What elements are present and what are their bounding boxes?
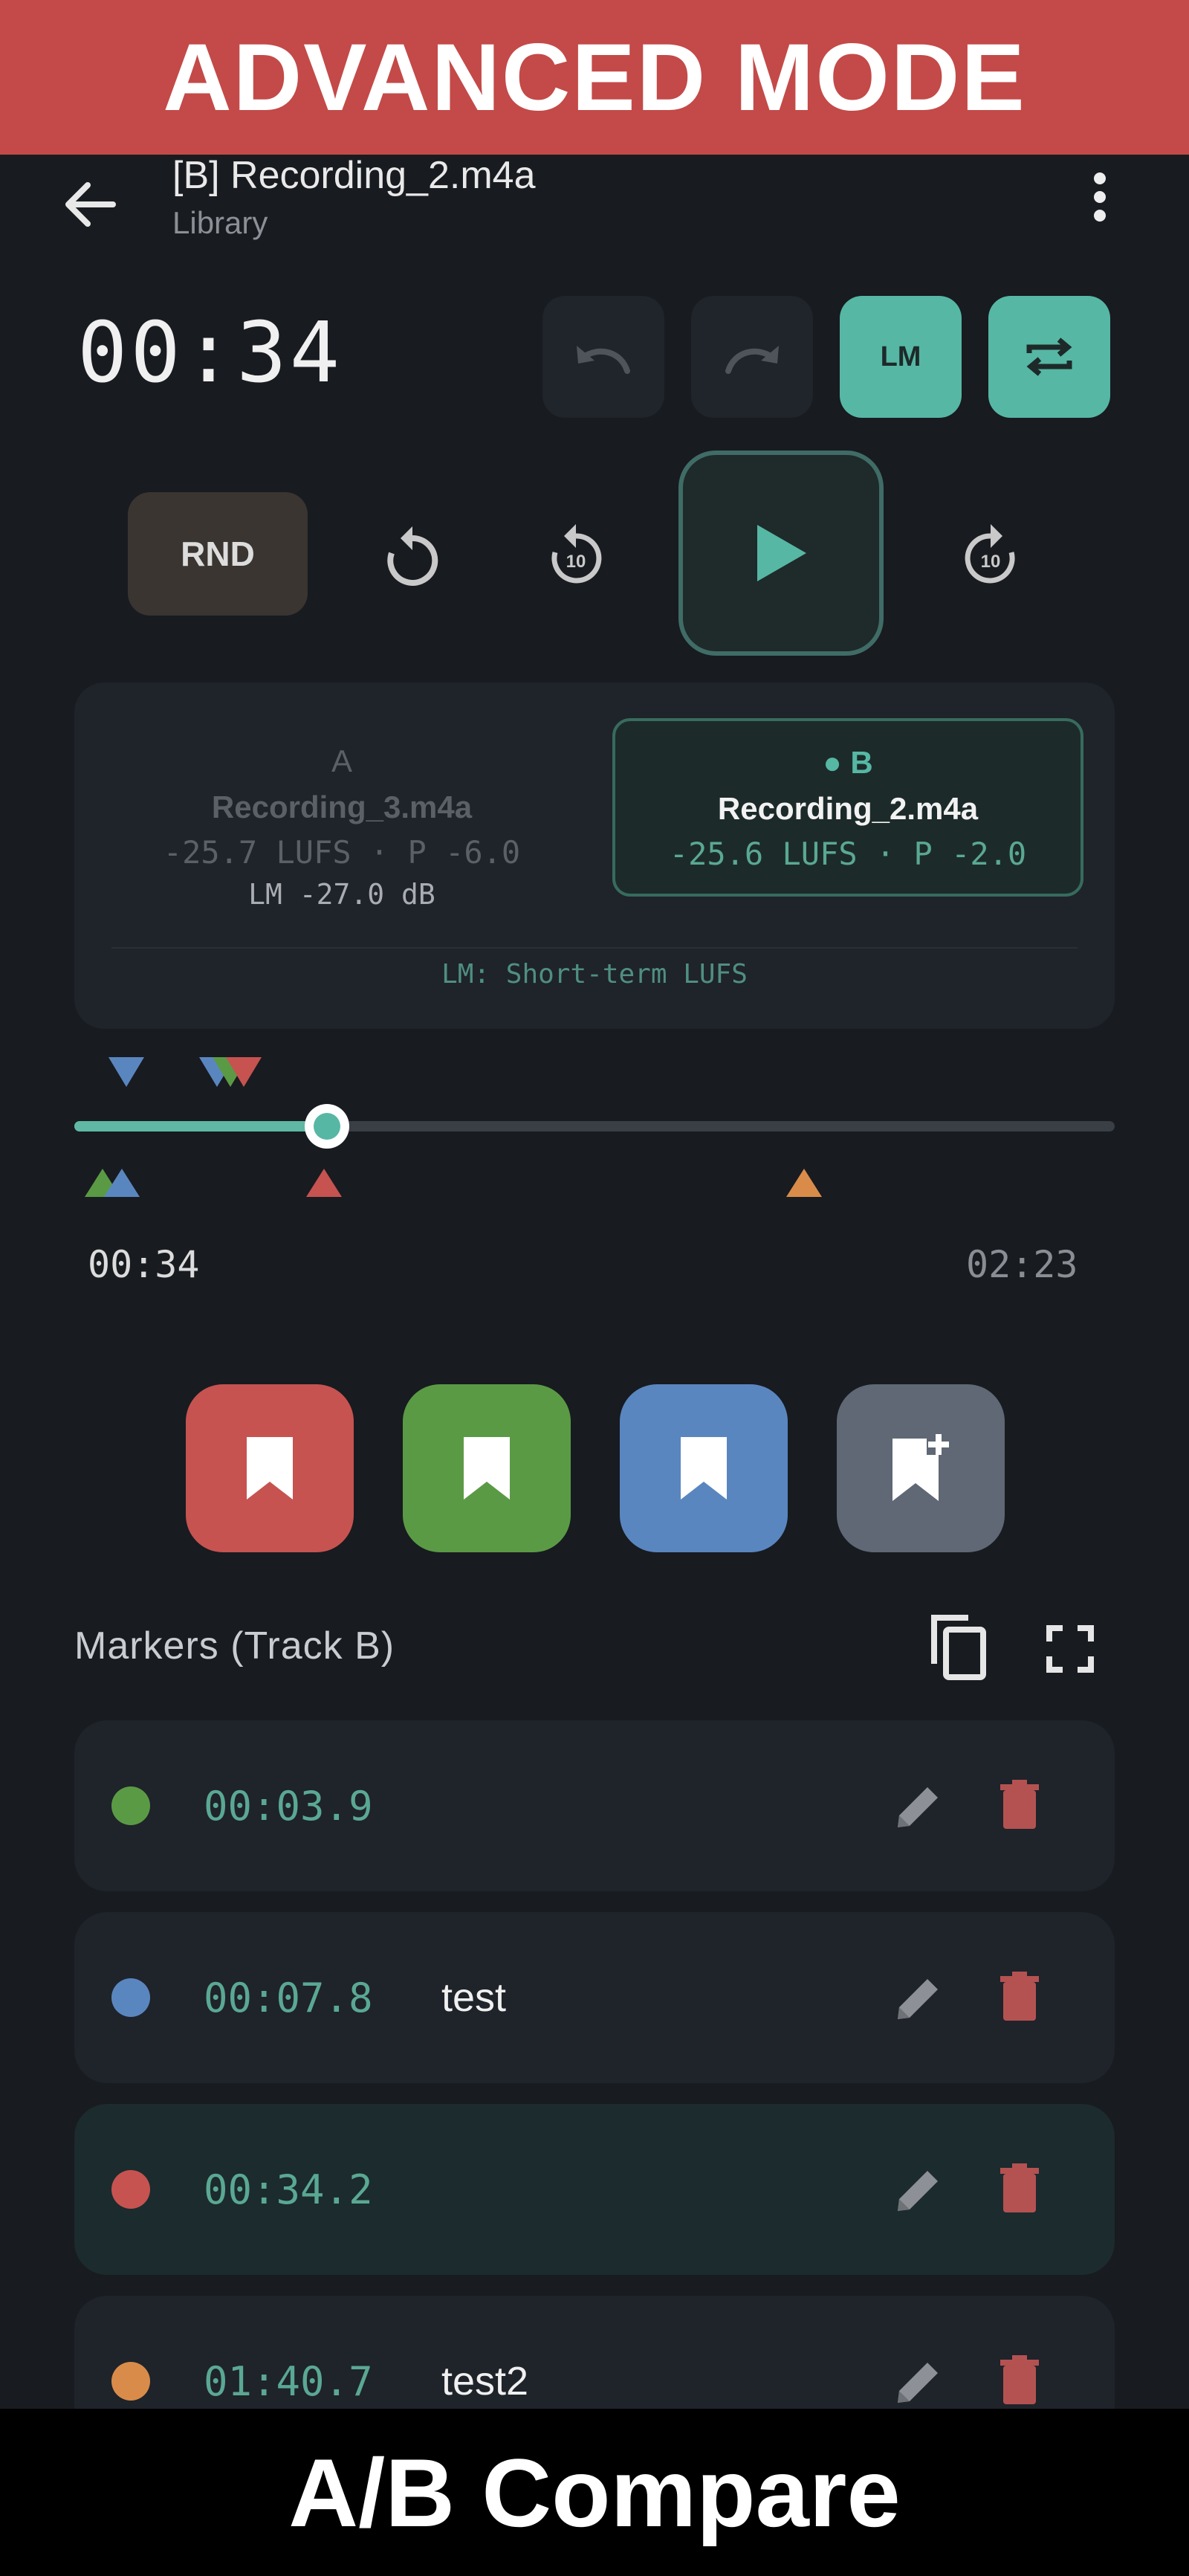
copy-icon — [931, 1615, 986, 1680]
delete-icon[interactable] — [999, 2163, 1040, 2214]
lm-mode-note: LM: Short-term LUFS — [441, 959, 748, 990]
replay-10-icon: 10 — [551, 524, 602, 584]
edit-icon[interactable] — [893, 1973, 944, 2024]
repeat-icon — [1026, 338, 1072, 376]
forward-10-icon: 10 — [965, 524, 1015, 584]
play-icon — [757, 525, 806, 581]
add-green-marker-button[interactable] — [403, 1384, 571, 1552]
edit-icon[interactable] — [893, 2165, 944, 2215]
marker-tri-blue[interactable] — [108, 1057, 144, 1087]
marker-tri-red[interactable] — [306, 1169, 342, 1197]
marker-time: 00:03.9 — [204, 1782, 373, 1830]
marker-row[interactable]: 00:07.8 test — [74, 1912, 1115, 2083]
delete-icon[interactable] — [999, 1972, 1040, 2022]
marker-row[interactable]: 00:03.9 — [74, 1720, 1115, 1891]
more-options-icon[interactable] — [1070, 164, 1130, 230]
seek-position: 00:34 — [88, 1243, 200, 1286]
rewind-10-button[interactable]: 10 — [535, 510, 617, 598]
bookmark-icon — [681, 1437, 727, 1500]
marker-color-dot — [111, 2170, 150, 2209]
track-a-letter: A — [331, 743, 352, 778]
marker-time: 01:40.7 — [204, 2357, 373, 2405]
track-b-name: Recording_2.m4a — [717, 791, 979, 826]
copy-markers-button[interactable] — [919, 1607, 997, 1686]
file-title: [B] Recording_2.m4a — [172, 154, 536, 197]
back-arrow-icon[interactable] — [52, 167, 126, 242]
markers-title: Markers (Track B) — [74, 1624, 395, 1668]
undo-icon — [577, 346, 630, 374]
delete-icon[interactable] — [999, 1780, 1040, 1830]
redo-button[interactable] — [691, 296, 813, 418]
bottom-banner: A/B Compare — [0, 2409, 1189, 2576]
play-button[interactable] — [678, 451, 884, 656]
marker-time: 00:34.2 — [204, 2166, 373, 2213]
replay-icon — [387, 526, 438, 586]
marker-color-dot — [111, 1978, 150, 2017]
marker-row-active[interactable]: 00:34.2 — [74, 2104, 1115, 2275]
bookmark-icon — [247, 1437, 293, 1500]
rewind-10-label: 10 — [566, 552, 586, 572]
seekbar[interactable] — [74, 1041, 1115, 1219]
marker-time: 00:07.8 — [204, 1974, 373, 2021]
loop-button[interactable] — [988, 296, 1110, 418]
card-divider — [111, 947, 1078, 949]
seek-progress — [74, 1121, 327, 1132]
marker-color-dot — [111, 1786, 150, 1825]
lm-label: LM — [880, 340, 921, 372]
track-a-name: Recording_3.m4a — [211, 790, 473, 824]
top-marker-triangles — [108, 1057, 262, 1087]
lm-button[interactable]: LM — [840, 296, 962, 418]
delete-icon[interactable] — [999, 2355, 1040, 2406]
marker-tri-orange[interactable] — [786, 1169, 822, 1197]
redo-icon — [725, 346, 779, 374]
current-time: 00:34 — [77, 305, 343, 401]
track-b-stats: -25.6 LUFS · P -2.0 — [669, 836, 1027, 872]
add-blue-marker-button[interactable] — [620, 1384, 788, 1552]
restart-button[interactable] — [372, 513, 453, 595]
undo-button[interactable] — [542, 296, 664, 418]
track-a-lm: LM -27.0 dB — [248, 878, 435, 911]
forward-10-label: 10 — [981, 552, 1001, 572]
bottom-marker-triangles — [85, 1169, 822, 1197]
marker-label: test2 — [441, 2359, 529, 2404]
seek-duration: 02:23 — [966, 1243, 1078, 1286]
bookmark-add-icon — [892, 1434, 949, 1501]
forward-10-button[interactable]: 10 — [950, 510, 1031, 598]
file-subtitle: Library — [172, 205, 268, 240]
edit-icon[interactable] — [893, 1781, 944, 1832]
track-b-panel[interactable]: ● B Recording_2.m4a -25.6 LUFS · P -2.0 — [612, 718, 1083, 897]
marker-label: test — [441, 1975, 507, 2020]
bottom-banner-text: A/B Compare — [288, 2438, 901, 2547]
add-red-marker-button[interactable] — [186, 1384, 354, 1552]
rnd-label: RND — [181, 535, 255, 573]
track-b-letter: ● B — [823, 745, 873, 780]
track-a-stats: -25.7 LUFS · P -6.0 — [163, 834, 521, 871]
track-a-panel[interactable]: A Recording_3.m4a -25.7 LUFS · P -6.0 LM… — [111, 718, 572, 919]
random-button[interactable]: RND — [128, 492, 308, 616]
fullscreen-button[interactable] — [1033, 1612, 1107, 1686]
top-banner-text: ADVANCED MODE — [163, 24, 1026, 131]
top-banner: ADVANCED MODE — [0, 0, 1189, 155]
marker-color-dot — [111, 2362, 150, 2401]
add-custom-marker-button[interactable] — [837, 1384, 1005, 1552]
bookmark-icon — [464, 1437, 510, 1500]
edit-icon[interactable] — [893, 2357, 944, 2407]
fullscreen-icon — [1046, 1625, 1094, 1673]
